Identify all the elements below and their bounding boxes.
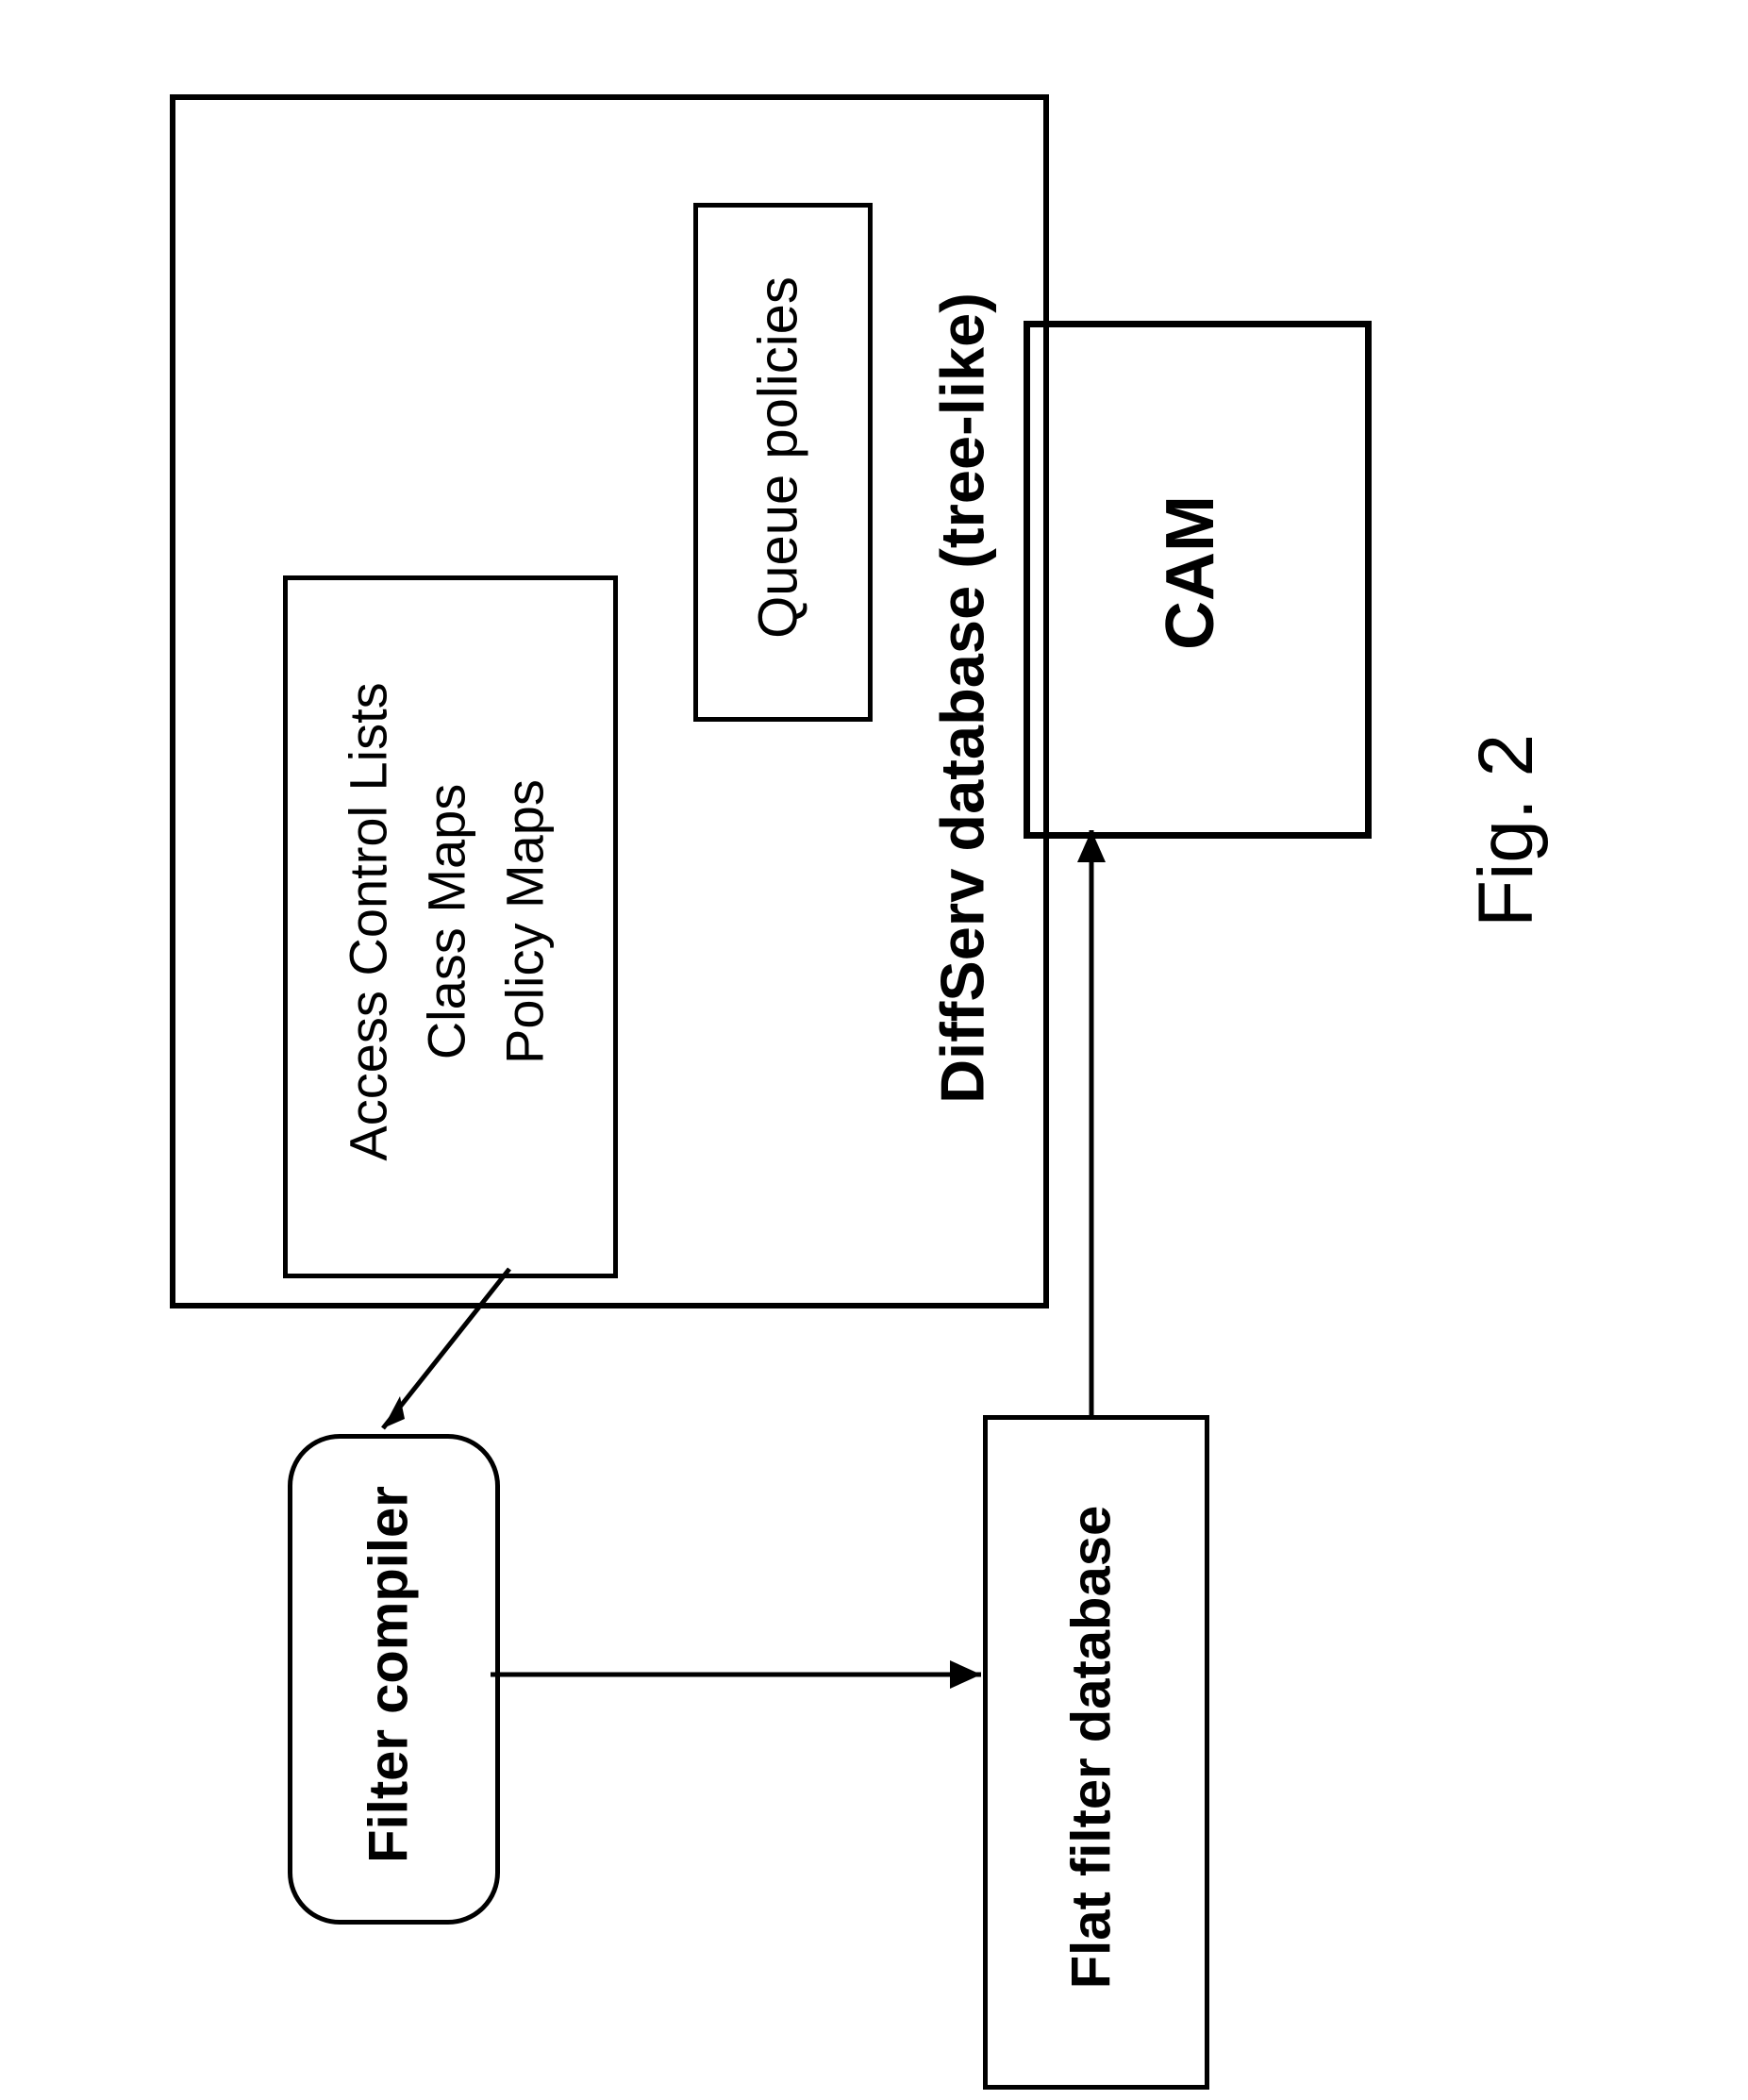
arrow-flatdb-to-cam [0,0,1748,2100]
figure-caption: Fig. 2 [1462,734,1551,927]
